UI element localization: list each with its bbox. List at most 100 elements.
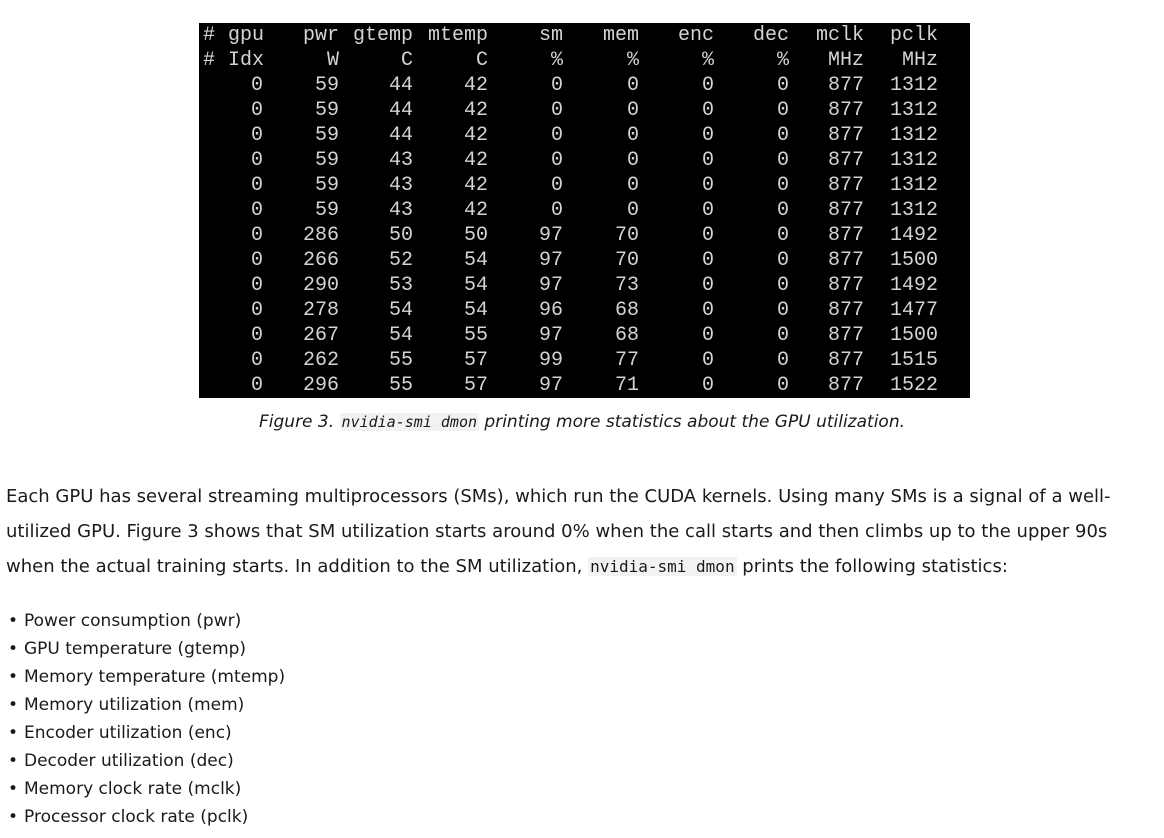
terminal-data-row: 0 59 43 42 0 0 0 0 877 1312 bbox=[199, 198, 970, 223]
data-cell: 266 bbox=[302, 249, 339, 272]
list-item-text: Decoder utilization (dec) bbox=[24, 751, 234, 771]
data-cell: 877 bbox=[827, 299, 864, 322]
data-cell: 0 bbox=[776, 324, 789, 347]
data-cell: 0 bbox=[701, 174, 714, 197]
data-cell: 59 bbox=[314, 124, 339, 147]
data-cell: 0 bbox=[776, 299, 789, 322]
data-cell: 0 bbox=[626, 74, 639, 97]
data-cell: 53 bbox=[388, 274, 413, 297]
data-cell: 59 bbox=[314, 99, 339, 122]
data-cell: 0 bbox=[250, 149, 263, 172]
data-cell: 1312 bbox=[889, 149, 938, 172]
data-cell: 0 bbox=[550, 124, 563, 147]
data-cell: 1515 bbox=[889, 349, 938, 372]
data-cell: 1312 bbox=[889, 99, 938, 122]
bullet-icon: • bbox=[8, 611, 19, 631]
header-cell: pclk bbox=[889, 24, 938, 47]
header-cell: C bbox=[400, 49, 413, 72]
data-cell: 50 bbox=[463, 224, 488, 247]
data-cell: 0 bbox=[776, 199, 789, 222]
header-cell: gpu bbox=[228, 24, 265, 47]
data-cell: 0 bbox=[250, 99, 263, 122]
data-cell: 262 bbox=[302, 349, 339, 372]
data-cell: 1312 bbox=[889, 174, 938, 197]
list-item: • GPU temperature (gtemp) bbox=[6, 635, 285, 663]
caption-prefix: Figure 3. bbox=[259, 412, 340, 432]
bullet-icon: • bbox=[8, 723, 19, 743]
data-cell: 877 bbox=[827, 349, 864, 372]
data-cell: 1522 bbox=[889, 374, 938, 397]
terminal-header-row: # gpu pwr gtemp mtemp sm mem enc dec mclk pclk bbox=[199, 23, 970, 48]
data-cell: 0 bbox=[776, 374, 789, 397]
data-cell: 1312 bbox=[889, 124, 938, 147]
data-cell: 1312 bbox=[889, 199, 938, 222]
data-cell: 0 bbox=[250, 199, 263, 222]
terminal-output: # gpu pwr gtemp mtemp sm mem enc dec mclk pclk # Idx… bbox=[199, 23, 970, 398]
terminal-data-row: 0 59 43 42 0 0 0 0 877 1312 bbox=[199, 173, 970, 198]
data-cell: 0 bbox=[776, 149, 789, 172]
data-cell: 877 bbox=[827, 324, 864, 347]
data-cell: 77 bbox=[614, 349, 639, 372]
list-item: • Memory temperature (mtemp) bbox=[6, 663, 285, 691]
data-cell: 0 bbox=[250, 349, 263, 372]
bullet-icon: • bbox=[8, 639, 19, 659]
data-cell: 267 bbox=[302, 324, 339, 347]
list-item-text: Processor clock rate (pclk) bbox=[24, 807, 249, 827]
paragraph-code: nvidia-smi dmon bbox=[588, 557, 737, 576]
data-cell: 42 bbox=[463, 99, 488, 122]
data-cell: 0 bbox=[776, 274, 789, 297]
data-cell: 96 bbox=[538, 299, 563, 322]
terminal-data-row: 0 59 44 42 0 0 0 0 877 1312 bbox=[199, 73, 970, 98]
terminal-data-row: 0 286 50 50 97 70 0 0 877 1492 bbox=[199, 223, 970, 248]
data-cell: 43 bbox=[388, 174, 413, 197]
header-hash: # bbox=[203, 49, 216, 72]
data-cell: 0 bbox=[701, 249, 714, 272]
data-cell: 877 bbox=[827, 174, 864, 197]
data-cell: 0 bbox=[550, 174, 563, 197]
data-cell: 55 bbox=[388, 374, 413, 397]
data-cell: 43 bbox=[388, 149, 413, 172]
data-cell: 73 bbox=[614, 274, 639, 297]
data-cell: 1312 bbox=[889, 74, 938, 97]
data-cell: 877 bbox=[827, 374, 864, 397]
data-cell: 44 bbox=[388, 124, 413, 147]
list-item: • Power consumption (pwr) bbox=[6, 607, 285, 635]
list-item-text: Encoder utilization (enc) bbox=[24, 723, 232, 743]
caption-suffix: printing more statistics about the GPU u… bbox=[479, 412, 905, 432]
data-cell: 57 bbox=[463, 349, 488, 372]
data-cell: 44 bbox=[388, 74, 413, 97]
terminal-data-row: 0 59 44 42 0 0 0 0 877 1312 bbox=[199, 98, 970, 123]
data-cell: 877 bbox=[827, 74, 864, 97]
data-cell: 296 bbox=[302, 374, 339, 397]
data-cell: 0 bbox=[550, 99, 563, 122]
data-cell: 0 bbox=[701, 224, 714, 247]
data-cell: 0 bbox=[250, 374, 263, 397]
data-cell: 0 bbox=[776, 99, 789, 122]
bullet-icon: • bbox=[8, 751, 19, 771]
data-cell: 59 bbox=[314, 199, 339, 222]
data-cell: 43 bbox=[388, 199, 413, 222]
data-cell: 0 bbox=[701, 374, 714, 397]
data-cell: 54 bbox=[463, 249, 488, 272]
data-cell: 0 bbox=[701, 299, 714, 322]
data-cell: 877 bbox=[827, 124, 864, 147]
data-cell: 0 bbox=[776, 174, 789, 197]
terminal-data-row: 0 290 53 54 97 73 0 0 877 1492 bbox=[199, 273, 970, 298]
data-cell: 877 bbox=[827, 149, 864, 172]
list-item: • Memory clock rate (mclk) bbox=[6, 775, 285, 803]
data-cell: 0 bbox=[776, 224, 789, 247]
data-cell: 0 bbox=[250, 324, 263, 347]
data-cell: 42 bbox=[463, 174, 488, 197]
header-cell: mtemp bbox=[427, 24, 488, 47]
figure-caption: Figure 3. nvidia-smi dmon printing more … bbox=[0, 412, 1164, 432]
paragraph-text-2: prints the following statistics: bbox=[736, 556, 1008, 577]
header-cell: % bbox=[776, 49, 789, 72]
data-cell: 0 bbox=[626, 99, 639, 122]
header-cell: % bbox=[626, 49, 639, 72]
data-cell: 99 bbox=[538, 349, 563, 372]
data-cell: 59 bbox=[314, 149, 339, 172]
data-cell: 0 bbox=[701, 274, 714, 297]
data-cell: 71 bbox=[614, 374, 639, 397]
data-cell: 54 bbox=[388, 299, 413, 322]
data-cell: 0 bbox=[701, 124, 714, 147]
